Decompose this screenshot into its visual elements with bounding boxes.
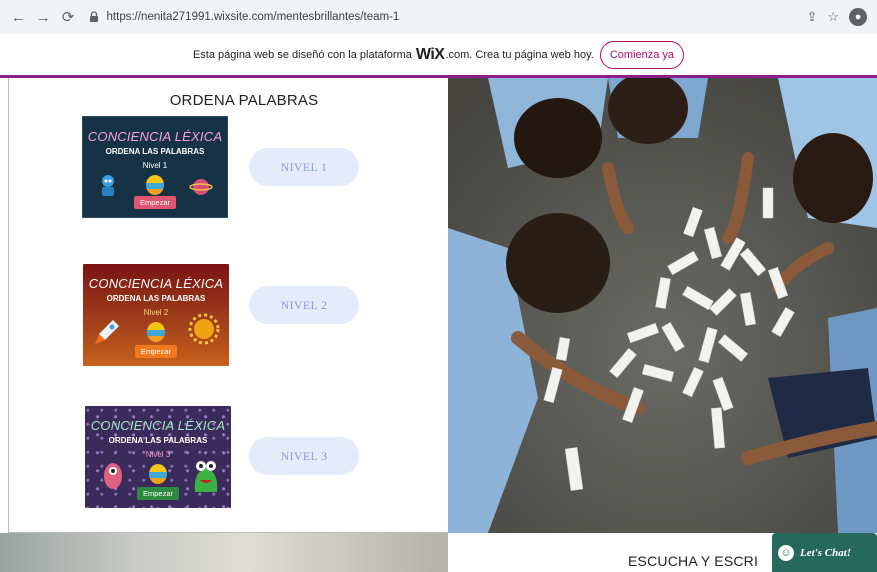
- robot-icon: [102, 175, 114, 196]
- star-icon[interactable]: ☆: [827, 9, 839, 25]
- browser-toolbar: ← → ⟳ https://nenita271991.wixsite.com/m…: [0, 0, 877, 34]
- profile-icon[interactable]: ●: [849, 8, 868, 26]
- start-button[interactable]: Empezar: [133, 196, 177, 209]
- next-section-image: [0, 533, 448, 572]
- level-2-button[interactable]: NIVEL 2: [249, 286, 359, 324]
- section-title: ORDENA PALABRAS: [169, 92, 319, 109]
- alien-icon: [104, 463, 122, 489]
- wix-promo-banner: Esta página web se diseñó con la platafo…: [0, 34, 877, 75]
- planet-icon: [189, 179, 213, 195]
- share-icon[interactable]: ⇪: [806, 9, 817, 25]
- egg-icon: [146, 175, 164, 195]
- egg-icon: [147, 322, 165, 342]
- level-1-button[interactable]: NIVEL 1: [249, 148, 359, 186]
- wix-logo: WiX: [415, 45, 445, 63]
- sun-icon: [188, 313, 220, 345]
- chat-label: Let's Chat!: [800, 546, 852, 559]
- wix-banner-text-2: .com. Crea tu página web hoy.: [445, 48, 594, 61]
- start-now-button[interactable]: Comienza ya: [599, 40, 685, 69]
- address-bar[interactable]: https://nenita271991.wixsite.com/mentesb…: [87, 5, 807, 29]
- level-3-card[interactable]: CONCIENCIA LÉXICA ORDENA LAS PALABRAS Ni…: [85, 406, 231, 508]
- chat-button[interactable]: ☺ Let's Chat!: [772, 533, 877, 572]
- url-text: https://nenita271991.wixsite.com/mentesb…: [106, 11, 400, 23]
- reload-icon[interactable]: ⟳: [58, 6, 79, 28]
- card-subtitle: ORDENA LAS PALABRAS: [105, 147, 205, 156]
- back-arrow-icon[interactable]: ←: [8, 6, 29, 28]
- card-subtitle: ORDENA LAS PALABRAS: [108, 436, 208, 445]
- chat-smile-icon: ☺: [778, 544, 794, 561]
- level-2-card[interactable]: CONCIENCIA LÉXICA ORDENA LAS PALABRAS Ni…: [83, 264, 229, 366]
- level-3-button[interactable]: NIVEL 3: [249, 437, 359, 475]
- activity-panel: ORDENA PALABRAS CONCIENCIA LÉXICA ORDENA…: [8, 78, 448, 533]
- forward-arrow-icon[interactable]: →: [33, 6, 54, 28]
- next-section-title: ESCUCHA Y ESCRI: [628, 553, 759, 569]
- start-button[interactable]: Empezar: [136, 487, 180, 500]
- start-button[interactable]: Empezar: [134, 345, 178, 358]
- lock-icon: [89, 11, 98, 22]
- card-level: Nivel 1: [142, 161, 168, 170]
- children-word-cards-image: [448, 78, 877, 533]
- level-1-card[interactable]: CONCIENCIA LÉXICA ORDENA LAS PALABRAS Ni…: [82, 116, 228, 218]
- card-title: CONCIENCIA LÉXICA: [87, 129, 223, 144]
- rocket-icon: [95, 320, 119, 344]
- wix-banner-text: Esta página web se diseñó con la platafo…: [192, 48, 412, 61]
- card-title: CONCIENCIA LÉXICA: [90, 418, 226, 433]
- card-subtitle: ORDENA LAS PALABRAS: [106, 294, 206, 303]
- egg-icon: [149, 464, 167, 484]
- classroom-photo: [448, 78, 877, 533]
- monster-icon: [194, 461, 218, 492]
- card-title: CONCIENCIA LÉXICA: [88, 276, 224, 291]
